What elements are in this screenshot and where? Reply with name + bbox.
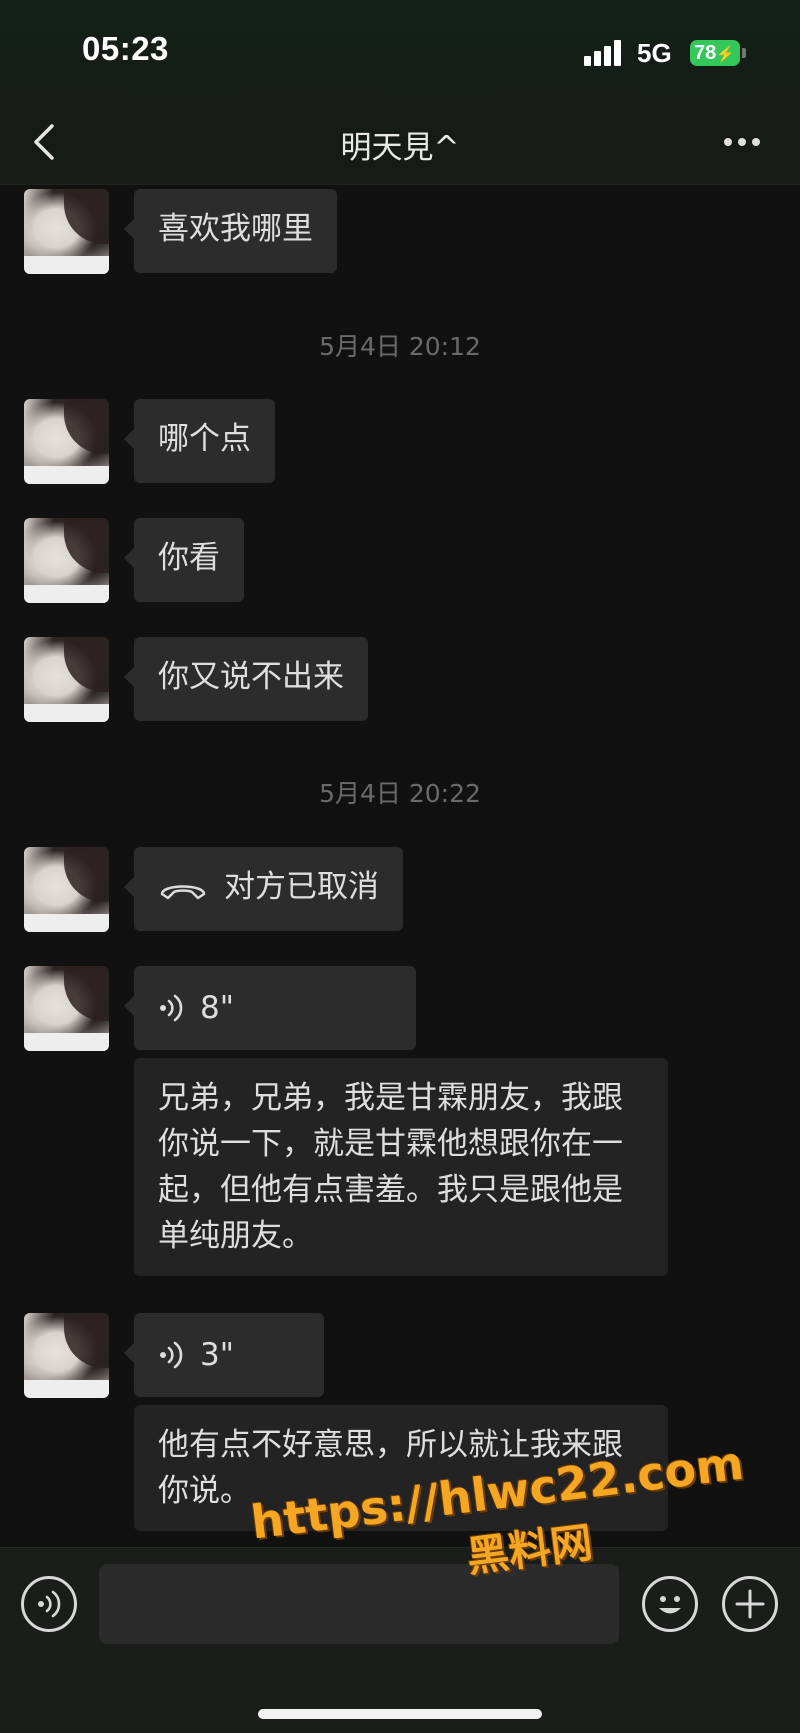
emoji-icon xyxy=(659,1596,681,1614)
more-button[interactable] xyxy=(720,128,764,156)
transcript-text: 兄弟，兄弟，我是甘霖朋友，我跟你说一下，就是甘霖他想跟你在一起，但他有点害羞。我… xyxy=(158,1080,623,1254)
chat-header: 明天見^ xyxy=(0,100,800,185)
message-text: 哪个点 xyxy=(158,421,251,457)
contact-avatar[interactable] xyxy=(24,518,109,603)
message-bubble[interactable]: 你看 xyxy=(124,518,244,602)
battery-level: 78 xyxy=(694,42,717,64)
voice-message-bubble[interactable]: 3" xyxy=(124,1313,324,1397)
voice-input-icon xyxy=(38,1590,61,1618)
battery-tip xyxy=(742,48,746,58)
message-bubble[interactable]: 喜欢我哪里 xyxy=(124,189,337,273)
contact-avatar[interactable] xyxy=(24,1313,109,1398)
contact-avatar[interactable] xyxy=(24,847,109,932)
status-time: 05:23 xyxy=(82,30,169,67)
message-text: 你又说不出来 xyxy=(158,659,344,695)
call-record-bubble[interactable]: 对方已取消 xyxy=(124,847,403,931)
message-timestamp: 5月4日 20:12 xyxy=(319,332,481,361)
voice-wave-icon xyxy=(160,1341,183,1369)
voice-duration: 8" xyxy=(200,990,234,1026)
chat-message-list[interactable]: 喜欢我哪里 5月4日 20:12 哪个点 你看 你又说不出来 5月4日 20:2… xyxy=(0,185,800,1547)
message-input[interactable] xyxy=(99,1564,619,1644)
transcript-text: 他有点不好意思，所以就让我来跟你说。 xyxy=(158,1427,623,1509)
voice-transcript[interactable]: 他有点不好意思，所以就让我来跟你说。 xyxy=(134,1405,668,1531)
contact-avatar[interactable] xyxy=(24,637,109,722)
message-bubble[interactable]: 哪个点 xyxy=(124,399,275,483)
message-bubble[interactable]: 你又说不出来 xyxy=(124,637,368,721)
chat-input-bar xyxy=(0,1547,800,1733)
message-timestamp: 5月4日 20:22 xyxy=(319,779,481,808)
voice-wave-icon xyxy=(160,994,183,1022)
more-actions-button[interactable] xyxy=(722,1576,778,1632)
battery-icon: 78⚡ xyxy=(690,40,740,66)
status-bar: 05:23 5G 78⚡ xyxy=(0,0,800,100)
emoji-button[interactable] xyxy=(642,1576,698,1632)
signal-strength-icon xyxy=(584,40,624,66)
voice-input-button[interactable] xyxy=(21,1576,77,1632)
plus-icon xyxy=(735,1589,765,1619)
home-indicator[interactable] xyxy=(258,1709,542,1719)
chat-title: 明天見^ xyxy=(340,130,460,166)
voice-transcript[interactable]: 兄弟，兄弟，我是甘霖朋友，我跟你说一下，就是甘霖他想跟你在一起，但他有点害羞。我… xyxy=(134,1058,668,1276)
contact-avatar[interactable] xyxy=(24,189,109,274)
voice-duration: 3" xyxy=(200,1337,234,1373)
network-type: 5G xyxy=(637,38,672,68)
call-status-text: 对方已取消 xyxy=(224,869,379,905)
message-text: 喜欢我哪里 xyxy=(158,211,313,247)
voice-message-bubble[interactable]: 8" xyxy=(124,966,416,1050)
contact-avatar[interactable] xyxy=(24,966,109,1051)
message-text: 你看 xyxy=(158,540,220,576)
phone-hangup-icon xyxy=(160,884,206,899)
contact-avatar[interactable] xyxy=(24,399,109,484)
